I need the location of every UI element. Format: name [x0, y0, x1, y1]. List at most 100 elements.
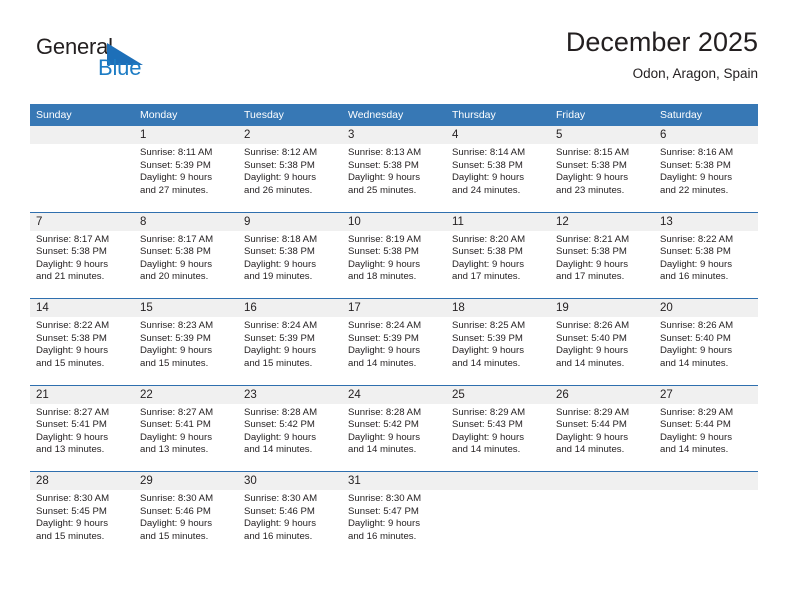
- day-cell[interactable]: Sunrise: 8:14 AM Sunset: 5:38 PM Dayligh…: [446, 144, 550, 210]
- week-2-info-row: Sunrise: 8:17 AM Sunset: 5:38 PM Dayligh…: [30, 230, 758, 297]
- day-cell[interactable]: [550, 490, 654, 556]
- day-cell[interactable]: Sunrise: 8:30 AM Sunset: 5:47 PM Dayligh…: [342, 490, 446, 556]
- daylight-text-line2: and 20 minutes.: [140, 271, 209, 283]
- week-5-daynumber-row: 28 29 30 31: [30, 471, 758, 490]
- day-cell[interactable]: Sunrise: 8:29 AM Sunset: 5:44 PM Dayligh…: [550, 403, 654, 470]
- title-block: December 2025 Odon, Aragon, Spain: [566, 26, 758, 84]
- sunset-text: Sunset: 5:39 PM: [140, 159, 211, 171]
- day-cell[interactable]: Sunrise: 8:30 AM Sunset: 5:46 PM Dayligh…: [238, 490, 342, 556]
- day-cell[interactable]: [654, 490, 758, 556]
- day-cell[interactable]: Sunrise: 8:25 AM Sunset: 5:39 PM Dayligh…: [446, 317, 550, 383]
- day-number[interactable]: [654, 471, 758, 490]
- day-cell[interactable]: Sunrise: 8:16 AM Sunset: 5:38 PM Dayligh…: [654, 144, 758, 210]
- day-number[interactable]: 30: [238, 471, 342, 490]
- day-number[interactable]: [30, 126, 134, 144]
- day-cell[interactable]: Sunrise: 8:19 AM Sunset: 5:38 PM Dayligh…: [342, 230, 446, 297]
- day-number[interactable]: 13: [654, 212, 758, 231]
- day-number[interactable]: 8: [134, 212, 238, 231]
- day-cell[interactable]: Sunrise: 8:17 AM Sunset: 5:38 PM Dayligh…: [134, 230, 238, 297]
- day-cell[interactable]: Sunrise: 8:22 AM Sunset: 5:38 PM Dayligh…: [30, 317, 134, 383]
- day-cell[interactable]: Sunrise: 8:28 AM Sunset: 5:42 PM Dayligh…: [238, 403, 342, 470]
- daylight-text-line2: and 14 minutes.: [452, 444, 521, 456]
- general-blue-logo[interactable]: General Blue: [36, 34, 216, 90]
- day-number[interactable]: 14: [30, 298, 134, 317]
- day-cell[interactable]: Sunrise: 8:29 AM Sunset: 5:44 PM Dayligh…: [654, 403, 758, 470]
- daylight-text-line2: and 14 minutes.: [660, 357, 729, 369]
- day-cell[interactable]: Sunrise: 8:15 AM Sunset: 5:38 PM Dayligh…: [550, 144, 654, 210]
- day-cell[interactable]: Sunrise: 8:21 AM Sunset: 5:38 PM Dayligh…: [550, 230, 654, 297]
- sunset-text: Sunset: 5:38 PM: [348, 159, 419, 171]
- daylight-text-line1: Daylight: 9 hours: [36, 345, 108, 357]
- calendar-table: Sunday Monday Tuesday Wednesday Thursday…: [30, 104, 758, 556]
- day-cell[interactable]: Sunrise: 8:30 AM Sunset: 5:45 PM Dayligh…: [30, 490, 134, 556]
- day-number[interactable]: 2: [238, 126, 342, 144]
- daylight-text-line2: and 13 minutes.: [36, 444, 105, 456]
- day-number[interactable]: 9: [238, 212, 342, 231]
- sunset-text: Sunset: 5:41 PM: [140, 419, 211, 431]
- day-cell[interactable]: Sunrise: 8:27 AM Sunset: 5:41 PM Dayligh…: [30, 403, 134, 470]
- day-cell[interactable]: Sunrise: 8:22 AM Sunset: 5:38 PM Dayligh…: [654, 230, 758, 297]
- daylight-text-line1: Daylight: 9 hours: [660, 172, 732, 184]
- day-cell[interactable]: Sunrise: 8:12 AM Sunset: 5:38 PM Dayligh…: [238, 144, 342, 210]
- day-cell[interactable]: Sunrise: 8:24 AM Sunset: 5:39 PM Dayligh…: [342, 317, 446, 383]
- sunrise-text: Sunrise: 8:14 AM: [452, 147, 526, 158]
- day-cell[interactable]: Sunrise: 8:23 AM Sunset: 5:39 PM Dayligh…: [134, 317, 238, 383]
- day-cell[interactable]: Sunrise: 8:29 AM Sunset: 5:43 PM Dayligh…: [446, 403, 550, 470]
- daylight-text-line2: and 15 minutes.: [244, 357, 313, 369]
- day-number[interactable]: 21: [30, 385, 134, 404]
- day-number[interactable]: 23: [238, 385, 342, 404]
- day-number[interactable]: 22: [134, 385, 238, 404]
- daylight-text-line1: Daylight: 9 hours: [140, 345, 212, 357]
- day-number[interactable]: 18: [446, 298, 550, 317]
- day-cell[interactable]: Sunrise: 8:30 AM Sunset: 5:46 PM Dayligh…: [134, 490, 238, 556]
- day-cell[interactable]: Sunrise: 8:26 AM Sunset: 5:40 PM Dayligh…: [654, 317, 758, 383]
- day-cell[interactable]: [446, 490, 550, 556]
- day-number[interactable]: 24: [342, 385, 446, 404]
- day-number[interactable]: 26: [550, 385, 654, 404]
- daylight-text-line2: and 26 minutes.: [244, 184, 313, 196]
- day-cell[interactable]: Sunrise: 8:27 AM Sunset: 5:41 PM Dayligh…: [134, 403, 238, 470]
- day-number[interactable]: 12: [550, 212, 654, 231]
- day-number[interactable]: 17: [342, 298, 446, 317]
- day-cell[interactable]: [30, 144, 134, 210]
- day-number[interactable]: 25: [446, 385, 550, 404]
- daylight-text-line2: and 17 minutes.: [556, 271, 625, 283]
- sunrise-text: Sunrise: 8:30 AM: [140, 493, 214, 504]
- daylight-text-line2: and 19 minutes.: [244, 271, 313, 283]
- day-number[interactable]: 29: [134, 471, 238, 490]
- day-number[interactable]: 11: [446, 212, 550, 231]
- day-number[interactable]: 28: [30, 471, 134, 490]
- day-cell[interactable]: Sunrise: 8:26 AM Sunset: 5:40 PM Dayligh…: [550, 317, 654, 383]
- daylight-text-line1: Daylight: 9 hours: [348, 518, 420, 530]
- day-number[interactable]: [446, 471, 550, 490]
- day-cell[interactable]: Sunrise: 8:17 AM Sunset: 5:38 PM Dayligh…: [30, 230, 134, 297]
- day-number[interactable]: 16: [238, 298, 342, 317]
- day-cell[interactable]: Sunrise: 8:13 AM Sunset: 5:38 PM Dayligh…: [342, 144, 446, 210]
- day-cell[interactable]: Sunrise: 8:18 AM Sunset: 5:38 PM Dayligh…: [238, 230, 342, 297]
- day-cell[interactable]: Sunrise: 8:24 AM Sunset: 5:39 PM Dayligh…: [238, 317, 342, 383]
- day-cell[interactable]: Sunrise: 8:20 AM Sunset: 5:38 PM Dayligh…: [446, 230, 550, 297]
- day-number[interactable]: 5: [550, 126, 654, 144]
- daylight-text-line2: and 16 minutes.: [660, 271, 729, 283]
- sunrise-text: Sunrise: 8:27 AM: [140, 406, 214, 418]
- sunset-text: Sunset: 5:42 PM: [348, 419, 419, 431]
- day-number[interactable]: 15: [134, 298, 238, 317]
- sunrise-text: Sunrise: 8:13 AM: [348, 147, 422, 158]
- day-number[interactable]: 27: [654, 385, 758, 404]
- day-cell[interactable]: Sunrise: 8:11 AM Sunset: 5:39 PM Dayligh…: [134, 144, 238, 210]
- daylight-text-line2: and 23 minutes.: [556, 184, 625, 196]
- day-number[interactable]: 6: [654, 126, 758, 144]
- day-cell[interactable]: Sunrise: 8:28 AM Sunset: 5:42 PM Dayligh…: [342, 403, 446, 470]
- day-number[interactable]: 10: [342, 212, 446, 231]
- calendar-body: 1 2 3 4 5 6 Sunrise: 8:11 AM Sunset: 5:3…: [30, 126, 758, 556]
- day-number[interactable]: 19: [550, 298, 654, 317]
- day-number[interactable]: 31: [342, 471, 446, 490]
- daylight-text-line2: and 18 minutes.: [348, 271, 417, 283]
- day-number[interactable]: 4: [446, 126, 550, 144]
- day-number[interactable]: 20: [654, 298, 758, 317]
- sunset-text: Sunset: 5:38 PM: [36, 246, 107, 258]
- day-number[interactable]: 3: [342, 126, 446, 144]
- day-number[interactable]: 7: [30, 212, 134, 231]
- day-number[interactable]: [550, 471, 654, 490]
- day-number[interactable]: 1: [134, 126, 238, 144]
